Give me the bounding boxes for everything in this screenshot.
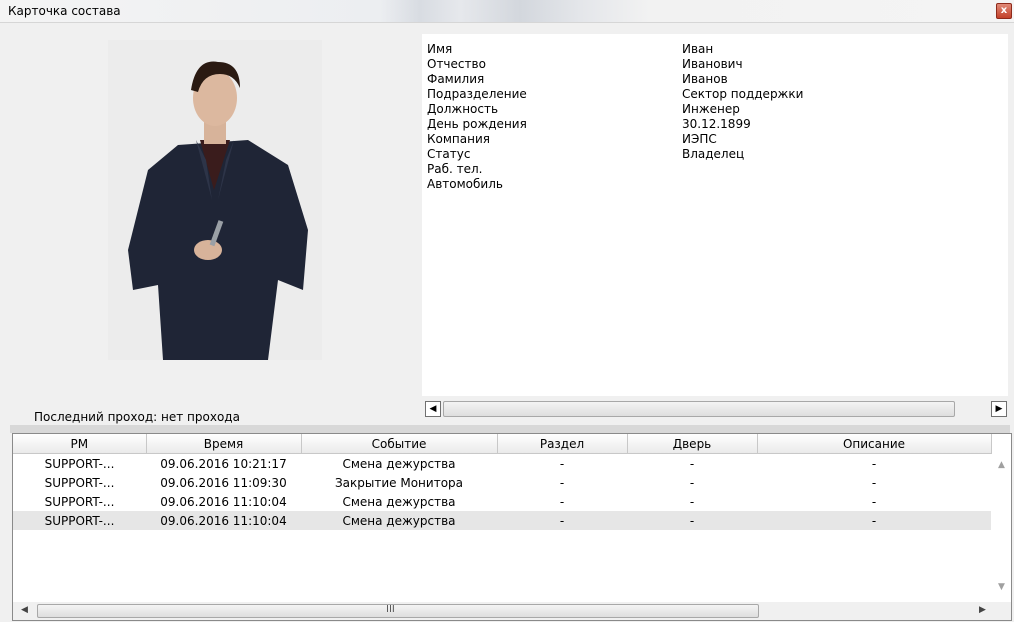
info-panel: Имя Иван Отчество Иванович Фамилия Иванов П… bbox=[422, 34, 1008, 396]
close-icon: x bbox=[1000, 5, 1008, 16]
photo-panel: Последний проход: нет прохода bbox=[10, 36, 420, 426]
arrow-right-icon[interactable]: ▶ bbox=[979, 605, 986, 615]
info-value: Владелец bbox=[682, 147, 745, 161]
last-pass-row: Последний проход: нет прохода bbox=[34, 410, 240, 424]
grid-horizontal-scrollbar[interactable]: ◀ III ▶ bbox=[13, 602, 1011, 620]
table-header-row: РМ Время Событие Раздел Дверь Описание bbox=[13, 434, 992, 454]
info-label: Фамилия bbox=[427, 72, 485, 86]
info-label: Отчество bbox=[427, 57, 486, 71]
events-table: РМ Время Событие Раздел Дверь Описание S… bbox=[13, 434, 992, 530]
arrow-left-icon: ◀ bbox=[429, 404, 437, 414]
table-row[interactable]: SUPPORT-... 09.06.2016 10:21:17 Смена де… bbox=[13, 454, 991, 474]
cell-section: - bbox=[559, 475, 565, 490]
cell-door: - bbox=[689, 494, 695, 509]
info-label: День рождения bbox=[427, 117, 527, 131]
grid-vertical-scrollbar[interactable]: ▲ ▼ bbox=[994, 454, 1011, 600]
table-row[interactable]: SUPPORT-... 09.06.2016 11:10:04 Смена де… bbox=[13, 492, 991, 511]
person-silhouette-icon bbox=[108, 40, 322, 360]
info-value: Иванов bbox=[682, 72, 728, 86]
table-row-selected[interactable]: SUPPORT-... 09.06.2016 11:10:04 Смена де… bbox=[13, 511, 991, 530]
column-header-time[interactable]: Время bbox=[146, 434, 302, 454]
info-value: 30.12.1899 bbox=[682, 117, 751, 131]
person-photo bbox=[108, 40, 322, 360]
arrow-right-icon: ▶ bbox=[995, 404, 1003, 414]
arrow-left-icon[interactable]: ◀ bbox=[21, 605, 28, 615]
info-row-work-phone: Раб. тел. bbox=[427, 162, 482, 177]
cell-description: - bbox=[871, 475, 877, 490]
info-label: Должность bbox=[427, 102, 499, 116]
last-pass-label: Последний проход: bbox=[34, 410, 158, 424]
cell-section: - bbox=[497, 511, 627, 530]
info-label: Компания bbox=[427, 132, 490, 146]
cell-time: 09.06.2016 10:21:17 bbox=[160, 456, 287, 471]
cell-section: - bbox=[559, 494, 565, 509]
events-grid: РМ Время Событие Раздел Дверь Описание S… bbox=[12, 433, 1012, 621]
info-row-department: Подразделение Сектор поддержки bbox=[427, 87, 803, 102]
info-row-patronymic: Отчество Иванович bbox=[427, 57, 743, 72]
table-row[interactable]: SUPPORT-... 09.06.2016 11:09:30 Закрытие… bbox=[13, 473, 991, 492]
cell-time: 09.06.2016 11:10:04 bbox=[160, 494, 287, 509]
cell-event: Смена дежурства bbox=[342, 494, 456, 509]
cell-description: - bbox=[871, 494, 877, 509]
arrow-up-icon[interactable]: ▲ bbox=[998, 460, 1005, 470]
last-pass-value: нет прохода bbox=[161, 410, 240, 424]
info-row-surname: Фамилия Иванов bbox=[427, 72, 728, 87]
cell-rm: SUPPORT-... bbox=[44, 494, 115, 509]
info-value: Иванович bbox=[682, 57, 743, 71]
info-label: Раб. тел. bbox=[427, 162, 483, 176]
info-label: Подразделение bbox=[427, 87, 527, 101]
grip-icon: III bbox=[386, 604, 395, 615]
info-label: Статус bbox=[427, 147, 471, 161]
cell-rm: SUPPORT-... bbox=[44, 475, 115, 490]
cell-description: - bbox=[757, 511, 991, 530]
info-label: Имя bbox=[427, 42, 453, 56]
cell-rm: SUPPORT-... bbox=[13, 511, 146, 530]
cell-section: - bbox=[559, 456, 565, 471]
cell-door: - bbox=[689, 475, 695, 490]
cell-event: Смена дежурства bbox=[342, 456, 456, 471]
scroll-thumb[interactable]: III bbox=[37, 604, 759, 618]
info-value: ИЭПС bbox=[682, 132, 717, 146]
info-value: Иван bbox=[682, 42, 714, 56]
arrow-down-icon[interactable]: ▼ bbox=[998, 582, 1005, 592]
info-value: Сектор поддержки bbox=[682, 87, 804, 101]
column-header-door[interactable]: Дверь bbox=[627, 434, 758, 454]
info-value: Инженер bbox=[682, 102, 740, 116]
title-bar: Карточка состава x bbox=[0, 0, 1014, 23]
cell-description: - bbox=[871, 456, 877, 471]
info-horizontal-scrollbar[interactable]: ◀ ▶ bbox=[422, 400, 1010, 418]
info-row-birthday: День рождения 30.12.1899 bbox=[427, 117, 751, 132]
column-header-section[interactable]: Раздел bbox=[497, 434, 628, 454]
info-row-position: Должность Инженер bbox=[427, 102, 740, 117]
scroll-thumb[interactable] bbox=[443, 401, 955, 417]
column-header-rm[interactable]: РМ bbox=[13, 434, 147, 454]
cell-time: 09.06.2016 11:10:04 bbox=[146, 511, 301, 530]
cell-rm: SUPPORT-... bbox=[44, 456, 115, 471]
column-header-event[interactable]: Событие bbox=[301, 434, 498, 454]
cell-door: - bbox=[689, 456, 695, 471]
cell-event: Смена дежурства bbox=[301, 511, 497, 530]
panel-divider[interactable] bbox=[10, 425, 1010, 433]
cell-event: Закрытие Монитора bbox=[334, 475, 463, 490]
cell-time: 09.06.2016 11:09:30 bbox=[160, 475, 287, 490]
cell-door: - bbox=[627, 511, 757, 530]
scroll-left-button[interactable]: ◀ bbox=[425, 401, 441, 417]
info-row-name: Имя Иван bbox=[427, 42, 713, 57]
scroll-right-button[interactable]: ▶ bbox=[991, 401, 1007, 417]
column-header-description[interactable]: Описание bbox=[757, 434, 992, 454]
info-row-status: Статус Владелец bbox=[427, 147, 744, 162]
close-button[interactable]: x bbox=[996, 3, 1012, 19]
info-row-company: Компания ИЭПС bbox=[427, 132, 717, 147]
info-label: Автомобиль bbox=[427, 177, 503, 191]
info-row-car: Автомобиль bbox=[427, 177, 503, 192]
window-title: Карточка состава bbox=[8, 4, 121, 18]
